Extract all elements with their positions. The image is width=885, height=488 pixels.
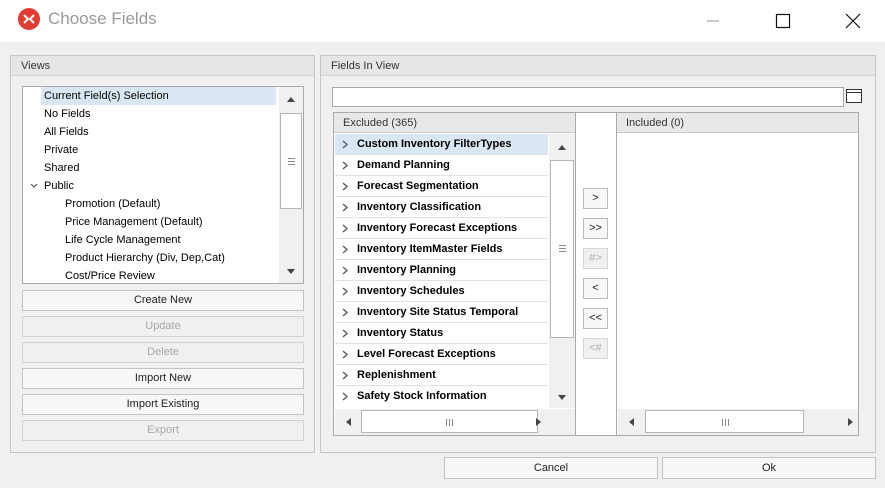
update-button[interactable]: Update — [22, 316, 304, 337]
chevron-right-icon — [342, 203, 348, 212]
remove-field-button[interactable]: < — [583, 278, 608, 299]
minimize-button[interactable] — [690, 0, 736, 42]
excluded-panel: Excluded (365) Custom Inventory FilterTy… — [333, 112, 576, 436]
excluded-scroll-thumb[interactable] — [550, 160, 574, 338]
list-item[interactable]: Demand Planning — [335, 155, 548, 176]
views-item-price-management[interactable]: Price Management (Default) — [62, 213, 203, 231]
chevron-right-icon — [342, 266, 348, 275]
views-header: Views — [11, 56, 314, 76]
delete-button[interactable]: Delete — [22, 342, 304, 363]
minimize-icon — [707, 20, 719, 22]
views-item-current-selection[interactable]: Current Field(s) Selection — [41, 87, 276, 105]
included-header: Included (0) — [617, 113, 858, 133]
chevron-right-icon — [342, 245, 348, 254]
scroll-down-icon[interactable] — [282, 262, 299, 279]
field-search-input[interactable] — [332, 87, 844, 107]
grip-icon — [288, 158, 295, 165]
views-item-no-fields[interactable]: No Fields — [41, 105, 90, 123]
views-item-promotion[interactable]: Promotion (Default) — [62, 195, 160, 213]
chevron-right-icon — [342, 392, 348, 401]
import-existing-button[interactable]: Import Existing — [22, 394, 304, 415]
views-item-public[interactable]: Public — [41, 177, 74, 195]
add-hash-button[interactable]: #> — [583, 248, 608, 269]
chevron-right-icon — [342, 161, 348, 170]
close-icon — [845, 13, 861, 29]
grip-icon — [446, 419, 453, 426]
app-logo-icon — [18, 8, 40, 30]
list-item[interactable]: Inventory Planning — [335, 260, 548, 281]
export-button[interactable]: Export — [22, 420, 304, 441]
included-panel: Included (0) — [616, 112, 859, 436]
list-item[interactable]: Inventory Site Status Temporal — [335, 302, 548, 323]
title-bar: Choose Fields — [0, 0, 885, 42]
list-item[interactable]: Inventory Status — [335, 323, 548, 344]
maximize-button[interactable] — [760, 0, 806, 42]
views-item-life-cycle[interactable]: Life Cycle Management — [62, 231, 181, 249]
views-list[interactable]: Current Field(s) Selection No Fields All… — [22, 86, 304, 284]
list-item[interactable]: Custom Inventory FilterTypes — [335, 134, 548, 155]
excluded-vscrollbar[interactable] — [549, 134, 575, 408]
included-hscrollbar[interactable] — [618, 409, 858, 435]
excluded-hscroll-thumb[interactable] — [361, 410, 538, 433]
scroll-down-icon[interactable] — [553, 388, 570, 405]
views-scroll-thumb[interactable] — [280, 113, 302, 209]
list-item[interactable]: Level Forecast Exceptions — [335, 344, 548, 365]
views-item-shared[interactable]: Shared — [41, 159, 79, 177]
scroll-right-icon[interactable] — [528, 413, 545, 430]
chevron-right-icon — [342, 308, 348, 317]
list-item[interactable]: Forecast Segmentation — [335, 176, 548, 197]
fields-in-view-header: Fields In View — [321, 56, 875, 76]
chevron-right-icon — [342, 140, 348, 149]
scroll-up-icon[interactable] — [553, 139, 570, 156]
views-item-cost-price-review[interactable]: Cost/Price Review — [62, 267, 155, 283]
grip-icon — [722, 419, 729, 426]
chevron-right-icon — [342, 224, 348, 233]
list-item[interactable]: Inventory Schedules — [335, 281, 548, 302]
chevron-right-icon — [342, 329, 348, 338]
list-item[interactable]: Inventory Classification — [335, 197, 548, 218]
views-item-product-hierarchy[interactable]: Product Hierarchy (Div, Dep,Cat) — [62, 249, 225, 267]
scroll-up-icon[interactable] — [282, 91, 299, 108]
scroll-right-icon[interactable] — [840, 413, 857, 430]
transfer-strip — [576, 112, 616, 436]
window-title: Choose Fields — [48, 9, 157, 28]
column-chooser-icon[interactable] — [846, 88, 862, 104]
import-new-button[interactable]: Import New — [22, 368, 304, 389]
list-item[interactable]: Safety Stock Information — [335, 386, 548, 407]
chevron-right-icon — [342, 287, 348, 296]
close-button[interactable] — [830, 0, 876, 42]
remove-hash-button[interactable]: <# — [583, 338, 608, 359]
views-item-all-fields[interactable]: All Fields — [41, 123, 89, 141]
chevron-right-icon — [342, 182, 348, 191]
add-all-fields-button[interactable]: >> — [583, 218, 608, 239]
chevron-right-icon — [342, 371, 348, 380]
list-item[interactable]: Replenishment — [335, 365, 548, 386]
cancel-button[interactable]: Cancel — [444, 457, 658, 479]
list-item[interactable]: Inventory ItemMaster Fields — [335, 239, 548, 260]
scroll-left-icon[interactable] — [622, 413, 639, 430]
create-new-button[interactable]: Create New — [22, 290, 304, 311]
grip-icon — [559, 245, 566, 252]
chevron-right-icon — [342, 350, 348, 359]
maximize-icon — [775, 13, 791, 29]
included-hscroll-thumb[interactable] — [645, 410, 804, 433]
views-scrollbar[interactable] — [279, 87, 303, 283]
ok-button[interactable]: Ok — [662, 457, 876, 479]
remove-all-fields-button[interactable]: << — [583, 308, 608, 329]
excluded-hscrollbar[interactable] — [335, 409, 575, 435]
views-item-private[interactable]: Private — [41, 141, 78, 159]
excluded-header: Excluded (365) — [334, 113, 575, 133]
add-field-button[interactable]: > — [583, 188, 608, 209]
list-item[interactable]: Inventory Forecast Exceptions — [335, 218, 548, 239]
chevron-down-icon[interactable] — [29, 177, 39, 195]
scroll-left-icon[interactable] — [339, 413, 356, 430]
